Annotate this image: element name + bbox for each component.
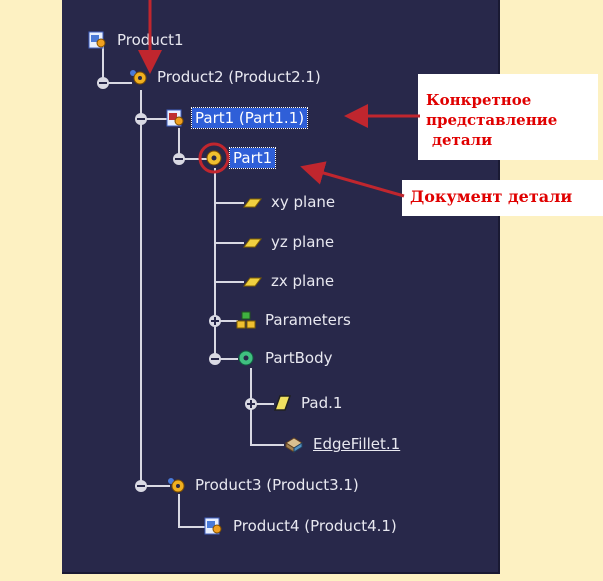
annotation-circle	[198, 142, 230, 174]
annotation-arrow	[300, 161, 405, 198]
annotation-overlay	[138, 0, 420, 198]
